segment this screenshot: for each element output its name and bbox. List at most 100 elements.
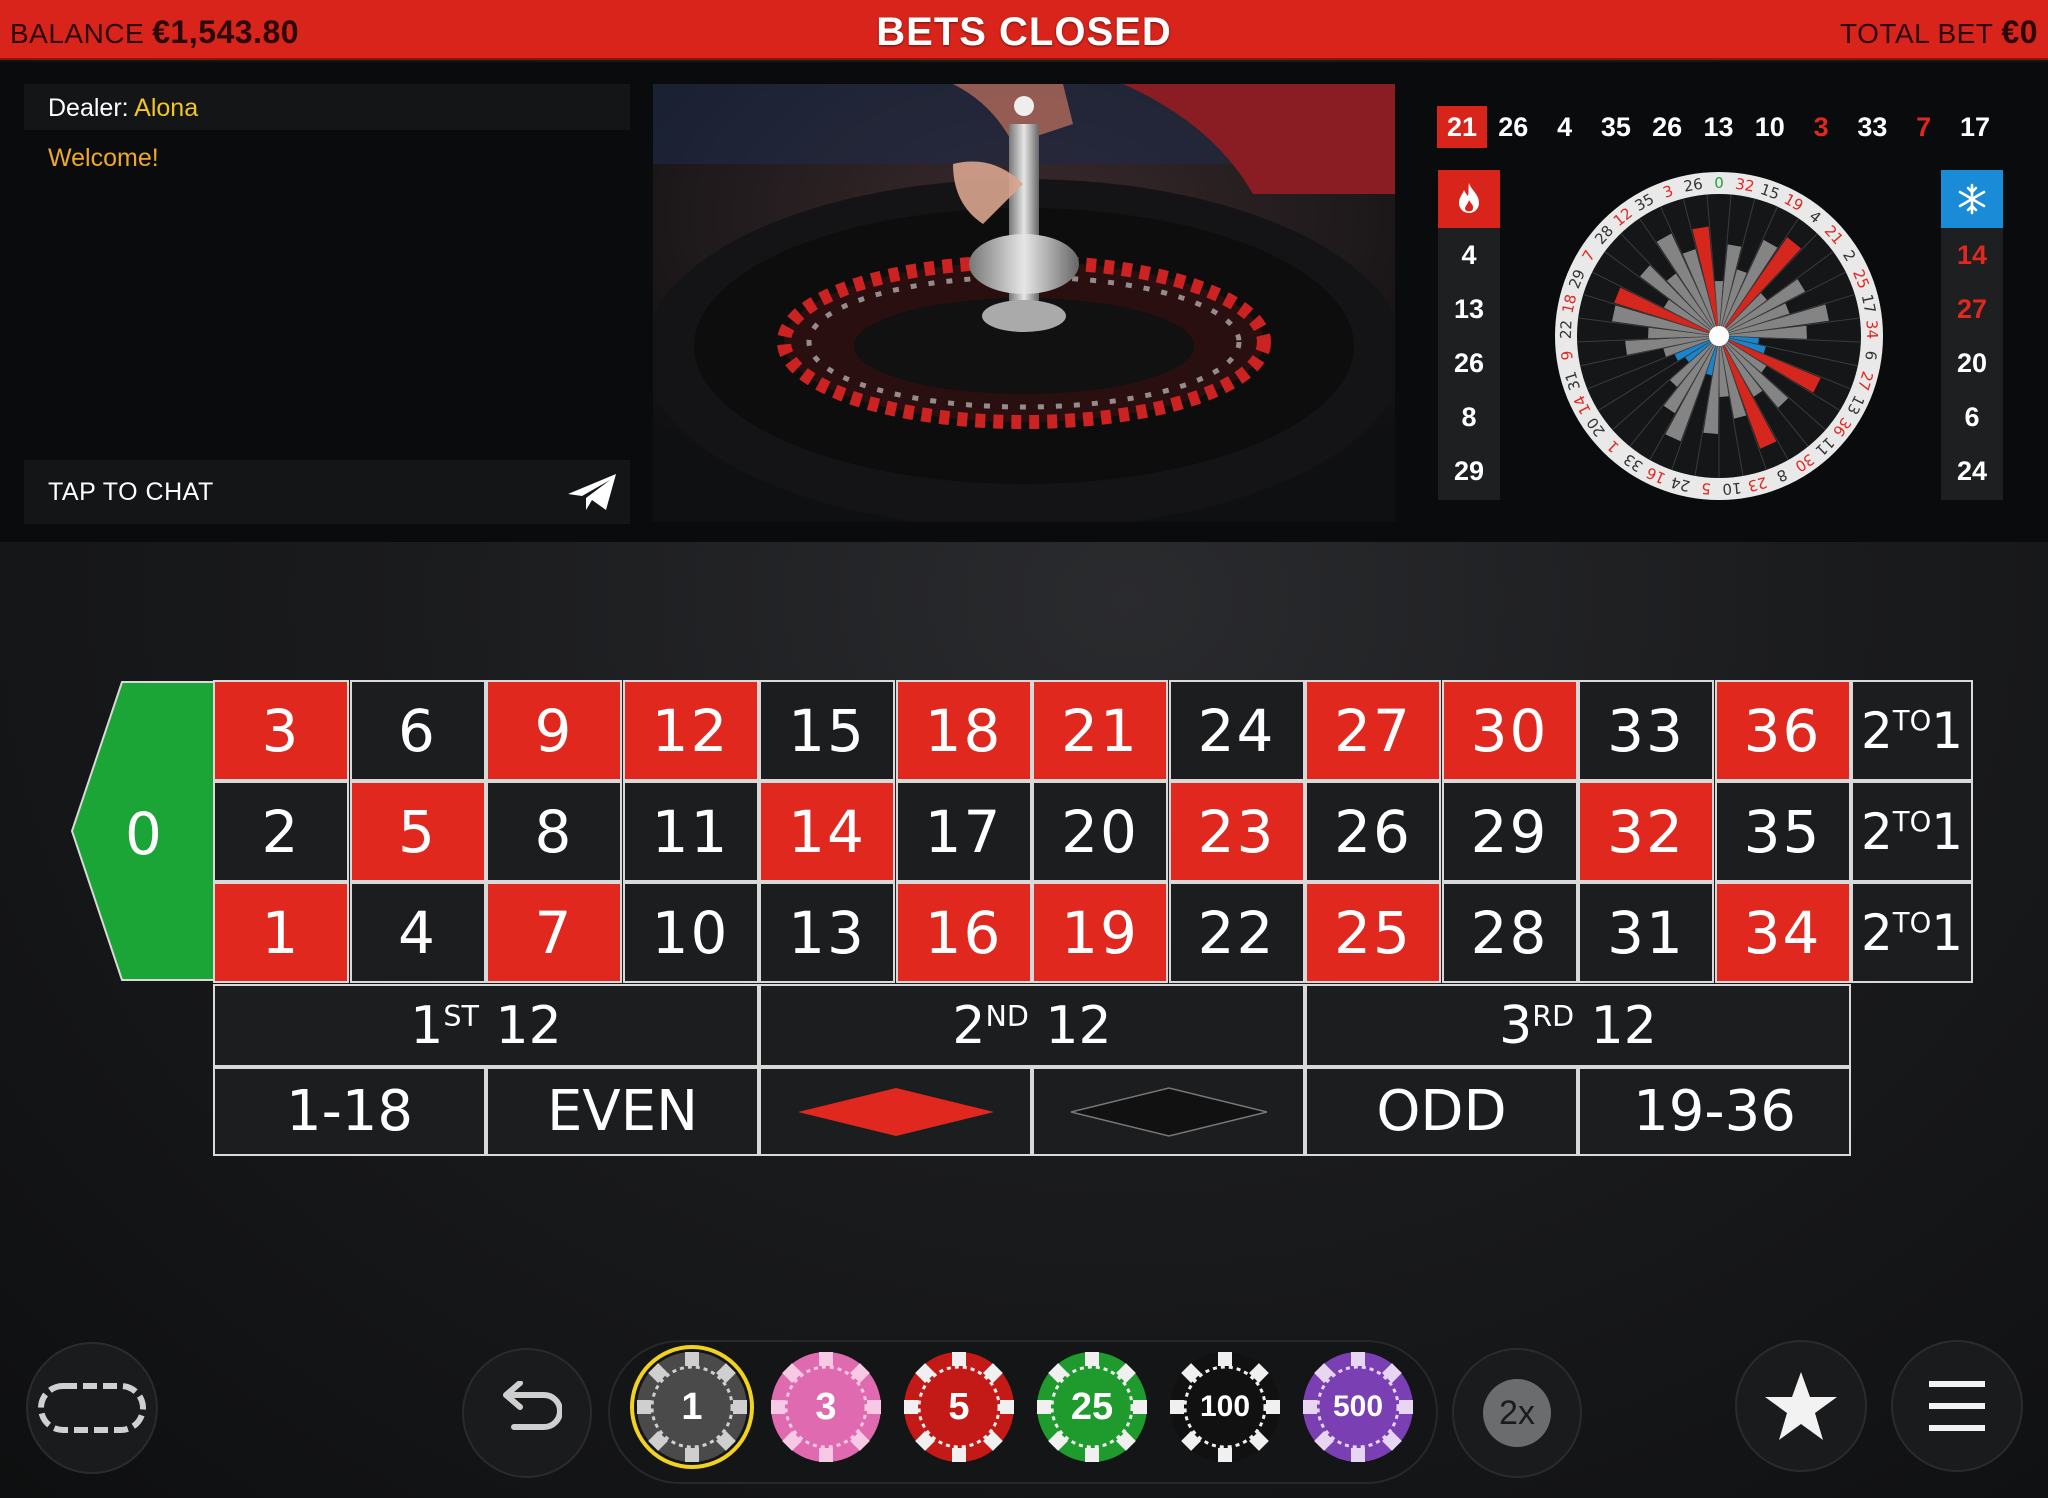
number-cell[interactable]: 3 — [213, 680, 349, 781]
wheel-statistics: 0 32 15 19 4 21 2 25 17 34 6 27 13 36 11 30 8 23 10 5 24 16 33… — [1551, 168, 1887, 504]
number-cell[interactable]: 34 — [1714, 882, 1851, 983]
number-cell[interactable]: 9 — [486, 680, 622, 781]
chat-placeholder: TAP TO CHAT — [48, 478, 214, 506]
column-bet-sup: TO — [1892, 906, 1932, 939]
number-cell[interactable]: 27 — [1305, 680, 1441, 781]
chip-1[interactable]: 1 — [630, 1345, 754, 1469]
number-cell[interactable]: 12 — [622, 680, 759, 781]
wheel-number: 26 — [1682, 175, 1704, 196]
menu-button[interactable] — [1891, 1340, 2023, 1472]
history-result: 7 — [1916, 112, 1932, 142]
number-cell[interactable]: 35 — [1714, 781, 1851, 882]
number-cell[interactable]: 33 — [1578, 680, 1714, 781]
number-cell[interactable]: 30 — [1441, 680, 1578, 781]
even-bet[interactable]: EVEN — [486, 1067, 759, 1156]
dozen-bet[interactable]: 3 RD 12 — [1305, 984, 1851, 1067]
snowflake-icon — [1941, 170, 2003, 228]
number-cell[interactable]: 20 — [1032, 781, 1168, 882]
column-bet-label: 1 — [1931, 701, 1964, 760]
column-bet[interactable]: 2 TO 1 — [1851, 781, 1973, 882]
hot-numbers: 4 13 26 8 29 — [1438, 170, 1500, 500]
number-cell[interactable]: 19 — [1032, 882, 1168, 983]
odd-label: ODD — [1376, 1079, 1507, 1144]
wheel-number: 34 — [1862, 320, 1881, 340]
bet-status: BETS CLOSED — [876, 10, 1172, 54]
high-bet[interactable]: 19-36 — [1578, 1067, 1851, 1156]
number-cell[interactable]: 11 — [622, 781, 759, 882]
number-cell[interactable]: 8 — [486, 781, 622, 882]
balance-value: €1,543.80 — [152, 14, 300, 50]
cold-number: 27 — [1956, 294, 1988, 324]
number-cell[interactable]: 1 — [213, 882, 349, 983]
column-bet-label: 1 — [1931, 802, 1964, 861]
favourites-button[interactable] — [1735, 1340, 1867, 1472]
number-cell[interactable]: 4 — [349, 882, 486, 983]
chat-input[interactable]: TAP TO CHAT — [24, 460, 630, 524]
cold-number: 24 — [1956, 456, 1988, 486]
chip-5[interactable]: 5 — [903, 1351, 1015, 1463]
cold-numbers: 14 27 20 6 24 — [1941, 170, 2003, 500]
number-cell[interactable]: 15 — [759, 680, 895, 781]
cold-number: 20 — [1956, 348, 1988, 378]
dealer-info: Dealer: Alona — [24, 84, 630, 130]
number-cell[interactable]: 36 — [1714, 680, 1851, 781]
chip-value: 100 — [1199, 1390, 1251, 1423]
number-cell[interactable]: 10 — [622, 882, 759, 983]
column-bet[interactable]: 2 TO 1 — [1851, 882, 1973, 983]
number-cell[interactable]: 23 — [1168, 781, 1305, 882]
balance: BALANCE €1,543.80 — [10, 14, 299, 51]
history-result: 33 — [1857, 112, 1888, 142]
wheel-number: 22 — [1557, 320, 1576, 340]
low-bet[interactable]: 1-18 — [213, 1067, 486, 1156]
odd-bet[interactable]: ODD — [1305, 1067, 1578, 1156]
red-bet[interactable] — [759, 1067, 1032, 1156]
number-cell[interactable]: 25 — [1305, 882, 1441, 983]
hot-number: 26 — [1453, 348, 1485, 378]
balance-label: BALANCE — [10, 18, 145, 49]
number-cell[interactable]: 26 — [1305, 781, 1441, 882]
dozen-label: 1 — [410, 995, 444, 1056]
low-label: 1-18 — [285, 1079, 414, 1144]
number-cell[interactable]: 14 — [759, 781, 895, 882]
black-bet[interactable] — [1032, 1067, 1305, 1156]
wheel-number: 0 — [1714, 174, 1724, 192]
number-cell[interactable]: 29 — [1441, 781, 1578, 882]
selected-ring — [630, 1345, 754, 1469]
number-cell[interactable]: 32 — [1578, 781, 1714, 882]
number-cell[interactable]: 18 — [895, 680, 1032, 781]
number-cell[interactable]: 24 — [1168, 680, 1305, 781]
send-icon[interactable] — [566, 470, 618, 514]
history-result: 26 — [1652, 112, 1683, 142]
undo-button[interactable] — [462, 1348, 592, 1478]
number-cell[interactable]: 28 — [1441, 882, 1578, 983]
racetrack-button[interactable] — [26, 1342, 158, 1474]
chip-3[interactable]: 3 — [770, 1351, 882, 1463]
double-button[interactable]: 2x — [1452, 1348, 1582, 1478]
wheel-number: 32 — [1734, 175, 1756, 196]
column-bet-label: 2 — [1860, 903, 1893, 962]
top-bar: BALANCE €1,543.80 BETS CLOSED TOTAL BET €0 — [0, 0, 2048, 60]
column-bet[interactable]: 2 TO 1 — [1851, 680, 1973, 781]
number-cell[interactable]: 22 — [1168, 882, 1305, 983]
chip-25[interactable]: 25 — [1036, 1351, 1148, 1463]
number-cell[interactable]: 31 — [1578, 882, 1714, 983]
racetrack-icon — [38, 1383, 146, 1433]
number-cell[interactable]: 6 — [349, 680, 486, 781]
number-cell[interactable]: 7 — [486, 882, 622, 983]
recent-results: 21 26 4 35 26 13 10 3 33 7 17 — [1437, 106, 1997, 148]
history-result: 17 — [1959, 112, 1991, 142]
undo-icon — [503, 1381, 562, 1430]
even-label: EVEN — [547, 1079, 698, 1144]
number-cell[interactable]: 13 — [759, 882, 895, 983]
dozen-bet[interactable]: 1 ST 12 — [213, 984, 759, 1067]
history-result: 21 — [1437, 106, 1487, 148]
number-cell[interactable]: 21 — [1032, 680, 1168, 781]
dozen-bet[interactable]: 2 ND 12 — [759, 984, 1305, 1067]
chip-500[interactable]: 500 — [1302, 1351, 1414, 1463]
number-cell[interactable]: 16 — [895, 882, 1032, 983]
number-cell[interactable]: 5 — [349, 781, 486, 882]
chip-100[interactable]: 100 — [1169, 1351, 1281, 1463]
number-cell[interactable]: 17 — [895, 781, 1032, 882]
number-cell[interactable]: 2 — [213, 781, 349, 882]
wheel-number: 10 — [1722, 479, 1743, 499]
